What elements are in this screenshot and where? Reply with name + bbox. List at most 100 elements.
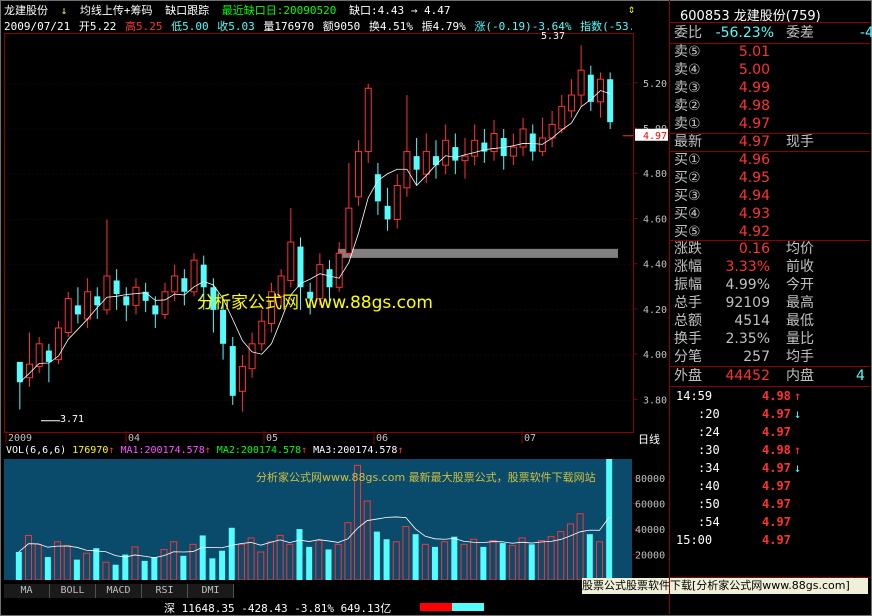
stat-row-0-label: 涨跌 xyxy=(674,241,702,257)
stat-row-3: 总手 92109 最高 xyxy=(674,294,870,313)
candle-body xyxy=(84,291,92,320)
sep-stats xyxy=(669,366,870,367)
sep-header xyxy=(669,22,870,23)
chart-header: 龙建股份 ↓ 均线上传+筹码 缺口跟踪 最近缺口日:20090520 缺口:4.… xyxy=(4,2,632,18)
candle-body xyxy=(461,155,469,162)
trade-time: :34 xyxy=(698,461,720,475)
volume-bar xyxy=(325,549,332,580)
volume-bar xyxy=(421,543,429,581)
candle-body xyxy=(45,350,52,362)
candle-body xyxy=(384,205,391,220)
date-tick-label: 06 xyxy=(376,433,388,444)
indicator-tab-dmi[interactable]: DMI xyxy=(188,584,234,598)
candle-body xyxy=(393,185,401,220)
stat-row-1-value: 3.33% xyxy=(725,259,770,275)
volume-axis: 80000 60000 40000 20000 xyxy=(633,445,668,580)
tick-trade-row: :20 4.97 ↓ xyxy=(670,405,871,423)
candle-body xyxy=(297,246,304,288)
volume-bar xyxy=(34,543,42,581)
volume-bar xyxy=(151,557,158,580)
outer-inner-row: 外盘 44452 内盘 4 xyxy=(674,367,870,386)
volume-bar xyxy=(480,546,487,580)
indicator-tab-boll[interactable]: BOLL xyxy=(50,584,96,598)
sell-level-3-label: 卖③ xyxy=(674,80,701,96)
volume-legend: VOL(6,6,6) 176970↑ MA1:200174.578↑ MA2:2… xyxy=(6,445,404,456)
date-axis: 2009 04 05 06 07 xyxy=(4,431,632,444)
volume-bar xyxy=(470,538,478,581)
tick-trade-row: 14:59 4.98 ↑ xyxy=(670,387,871,405)
trade-price: 4.98 xyxy=(762,389,791,403)
down-arrow-icon: ↓ xyxy=(794,407,802,421)
stat-row-2: 振幅 4.99% 今开 xyxy=(674,276,870,295)
candle-body xyxy=(161,291,169,315)
sell-level-2: 卖② 4.98 xyxy=(674,97,870,116)
candle-body xyxy=(567,94,575,112)
volume-bar xyxy=(508,545,516,581)
volume-bar xyxy=(392,541,400,581)
sell-level-4-label: 卖④ xyxy=(674,62,701,78)
sell-level-5-value: 5.01 xyxy=(738,44,770,60)
stock-name-label[interactable]: 龙建股份 xyxy=(4,4,48,17)
scroll-up-icon[interactable]: ⇕ xyxy=(628,2,635,16)
recent-gap-date: 最近缺口日:20090520 xyxy=(221,4,337,17)
status-red-bar xyxy=(420,603,452,611)
volume-bar xyxy=(170,541,178,581)
price-tick-label: 4.00 xyxy=(643,350,667,361)
volume-bar xyxy=(499,543,506,580)
date-tick-label: 2009 xyxy=(8,433,32,444)
candle-body xyxy=(519,128,527,148)
buy-level-2-value: 4.95 xyxy=(738,170,770,186)
indicator-tab-macd[interactable]: MACD xyxy=(96,584,142,598)
indicator-tab-rsi[interactable]: RSI xyxy=(142,584,188,598)
trade-price: 4.97 xyxy=(762,533,791,547)
info-low: 低5.00 xyxy=(171,20,209,32)
volume-bar xyxy=(451,536,458,580)
buy-level-2-label: 买② xyxy=(674,170,701,186)
info-amount: 额9050 xyxy=(322,20,361,32)
info-close: 收5.03 xyxy=(217,20,255,32)
volume-bar xyxy=(595,541,603,581)
tick-trade-row: :54 4.97 xyxy=(670,513,871,531)
volume-bar xyxy=(199,535,206,580)
candle-body xyxy=(422,151,430,175)
volume-bar xyxy=(266,541,274,581)
vol-banner: 分析家公式网www.88gs.com 最新最大股票公式，股票软件下载网站 xyxy=(256,471,596,484)
trade-time: :54 xyxy=(698,515,720,529)
volume-bar xyxy=(102,561,110,581)
vol-tick-label: 60000 xyxy=(635,500,665,511)
volume-bar xyxy=(537,540,545,581)
tick-trade-row: 15:00 4.97 xyxy=(670,531,871,549)
candle-body xyxy=(364,87,372,153)
candle-body xyxy=(200,264,207,288)
volume-panel[interactable]: VOL(6,6,6) 176970↑ MA1:200174.578↑ MA2:2… xyxy=(4,445,632,581)
volume-bar xyxy=(344,522,352,581)
up-arrow-icon: ↑ xyxy=(794,389,802,403)
volume-bar xyxy=(276,534,284,581)
sell-level-1-label: 卖① xyxy=(674,116,701,132)
volume-bar xyxy=(180,555,187,580)
stat-row-1: 涨幅 3.33% 前收 xyxy=(674,258,870,277)
candlestick-chart[interactable]: 5.37 3.71 分析家公式网 www.88gs.com xyxy=(4,31,634,433)
buy-level-3: 买③ 4.94 xyxy=(674,187,870,206)
stat-row-2-label2: 今开 xyxy=(786,277,814,293)
candle-body xyxy=(74,305,81,315)
trade-time: :30 xyxy=(698,443,720,457)
candle-body xyxy=(94,296,101,306)
xianshou-label: 现手 xyxy=(786,134,814,150)
price-tick-label: 4.80 xyxy=(643,169,667,180)
trade-time: :50 xyxy=(698,497,720,511)
indicator-name[interactable]: 均线上传+筹码 xyxy=(80,4,153,17)
volume-bar xyxy=(122,554,129,580)
stat-row-5-label: 换手 xyxy=(674,331,702,347)
indicator-tab-ma[interactable]: MA xyxy=(4,584,50,598)
dropdown-icon[interactable]: ↓ xyxy=(61,4,68,17)
buy-level-3-label: 买③ xyxy=(674,188,701,204)
low-price-label: 3.71 xyxy=(60,414,85,425)
volume-bar xyxy=(286,543,294,581)
volume-bar xyxy=(209,558,216,580)
current-price-label: 4.97 xyxy=(643,131,667,142)
sell-level-2-value: 4.98 xyxy=(738,98,770,114)
candle-body xyxy=(538,137,546,153)
candle-body xyxy=(113,280,120,295)
candlestick-svg[interactable] xyxy=(5,34,633,432)
